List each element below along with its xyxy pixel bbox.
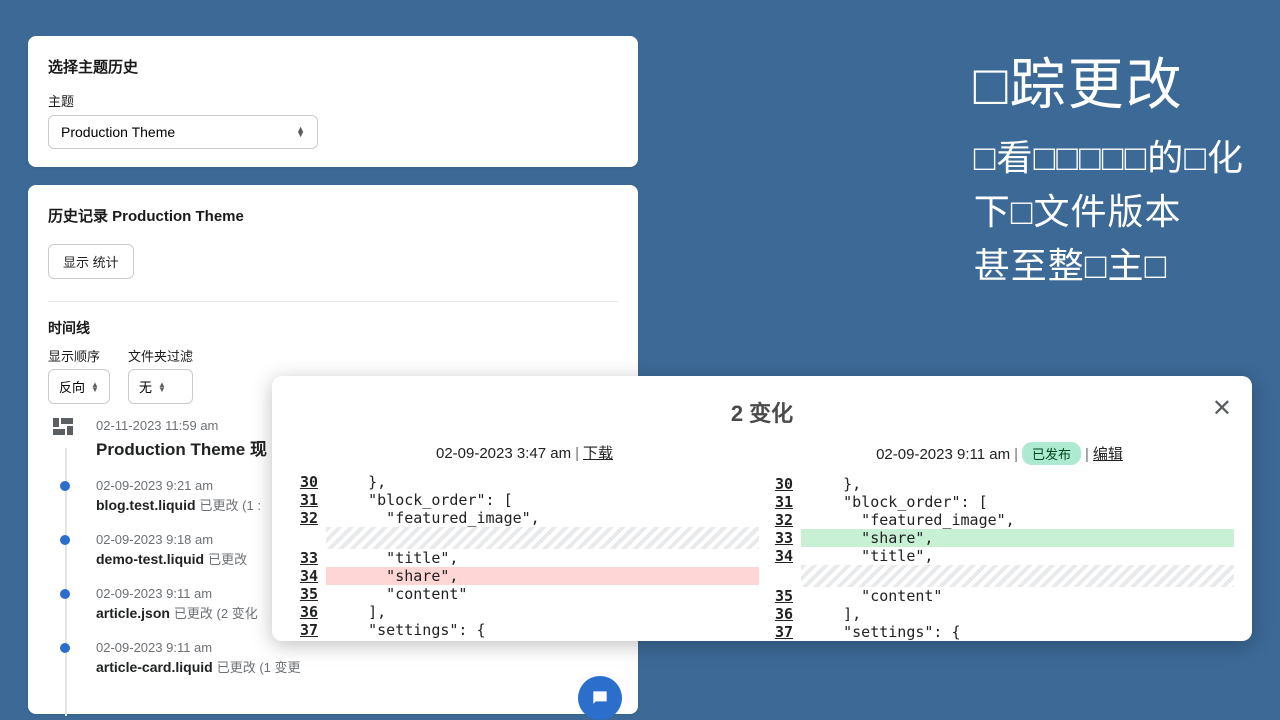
modal-title: 2 变化 <box>731 401 793 426</box>
code-line: 31 "block_order": [ <box>765 493 1234 511</box>
panel1-title: 选择主题历史 <box>48 56 618 77</box>
timeline-item[interactable]: 02-09-2023 9:11 am article-card.liquid已更… <box>96 640 618 676</box>
theme-value: Production Theme <box>61 124 175 140</box>
chevron-updown-icon: ▲▼ <box>91 382 99 392</box>
code-line: 33 "title", <box>290 549 759 567</box>
divider <box>48 301 618 302</box>
left-timestamp: 02-09-2023 3:47 am <box>436 445 571 462</box>
theme-label: 主题 <box>48 91 618 110</box>
code-line: 34 "title", <box>765 547 1234 565</box>
code-line: 36 ], <box>765 605 1234 623</box>
right-timestamp: 02-09-2023 9:11 am <box>876 446 1010 463</box>
theme-select[interactable]: Production Theme ▲▼ <box>48 115 318 149</box>
chat-button[interactable] <box>578 676 622 720</box>
code-line <box>765 565 1234 587</box>
code-line: 31 "block_order": [ <box>290 491 759 509</box>
order-label: 显示顺序 <box>48 346 110 365</box>
dot-icon <box>60 481 70 491</box>
chevron-updown-icon: ▲▼ <box>158 382 166 392</box>
filter-label: 文件夹过滤 <box>128 346 193 365</box>
chat-icon <box>590 688 610 708</box>
diff-left-column: 02-09-2023 3:47 am|下载 30 },31 "block_ord… <box>290 442 759 641</box>
dot-icon <box>60 535 70 545</box>
code-line: 36 ], <box>290 603 759 621</box>
code-line: 34 "share", <box>290 567 759 585</box>
history-title: 历史记录 Production Theme <box>48 205 618 226</box>
dot-icon <box>60 589 70 599</box>
order-select[interactable]: 反向 ▲▼ <box>48 369 110 404</box>
download-link[interactable]: 下载 <box>583 445 613 462</box>
filter-select[interactable]: 无 ▲▼ <box>128 369 193 404</box>
timeline-label: 时间线 <box>48 318 618 338</box>
code-line: 35 "content" <box>765 587 1234 605</box>
close-icon[interactable]: ✕ <box>1212 394 1232 423</box>
published-badge: 已发布 <box>1022 442 1081 465</box>
promo-text: □踪更改 □看□□□□□的□化 下□文件版本 甚至整□主□ <box>974 40 1244 293</box>
code-line <box>290 527 759 549</box>
select-theme-panel: 选择主题历史 主题 Production Theme ▲▼ <box>28 36 638 167</box>
code-line: 37 "settings": { <box>765 623 1234 641</box>
diff-modal: 2 变化 ✕ 02-09-2023 3:47 am|下载 30 },31 "bl… <box>272 376 1252 641</box>
code-line: 30 }, <box>290 473 759 491</box>
chevron-updown-icon: ▲▼ <box>296 127 305 137</box>
code-line: 32 "featured_image", <box>765 511 1234 529</box>
code-line: 37 "settings": { <box>290 621 759 639</box>
code-line: 33 "share", <box>765 529 1234 547</box>
dot-icon <box>60 643 70 653</box>
theme-icon <box>53 418 75 440</box>
diff-right-column: 02-09-2023 9:11 am|已发布|编辑 30 },31 "block… <box>765 442 1234 641</box>
code-line: 32 "featured_image", <box>290 509 759 527</box>
code-line: 30 }, <box>765 475 1234 493</box>
edit-link[interactable]: 编辑 <box>1093 446 1123 463</box>
show-stats-button[interactable]: 显示 统计 <box>48 244 134 279</box>
code-line: 35 "content" <box>290 585 759 603</box>
